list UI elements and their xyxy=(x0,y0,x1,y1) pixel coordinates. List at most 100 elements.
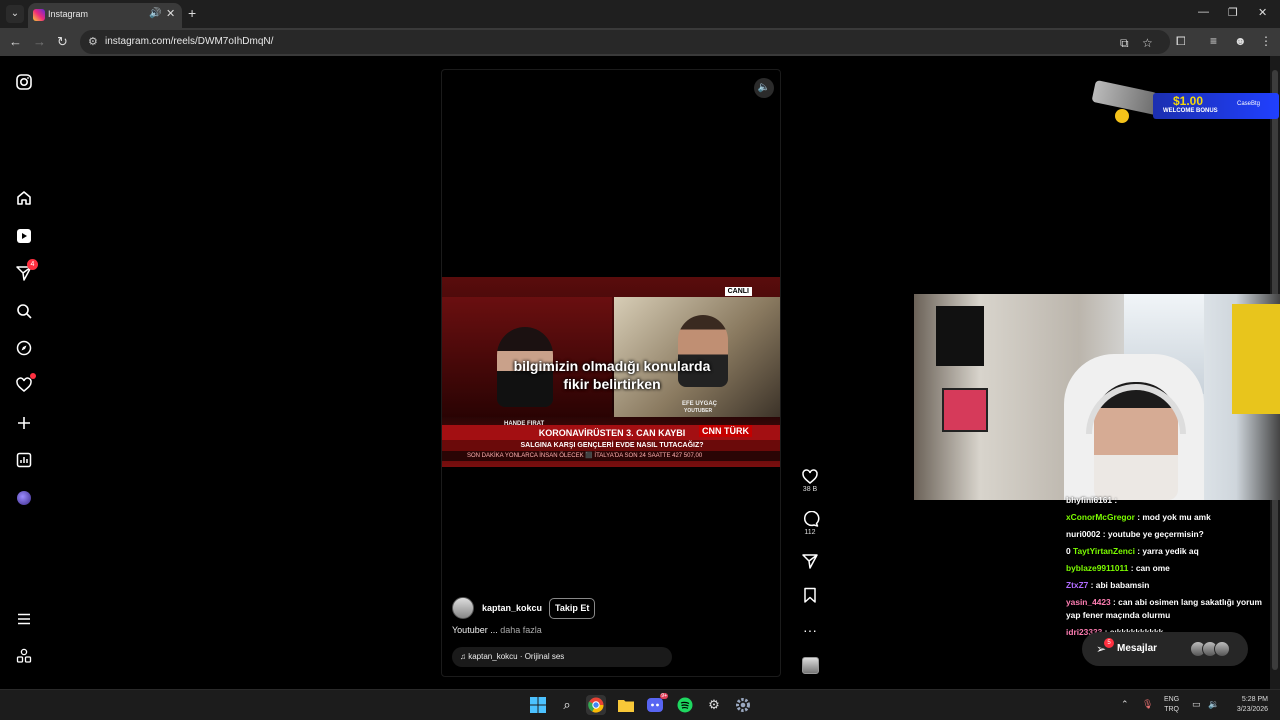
network-icon[interactable]: ▭ xyxy=(1192,699,1201,710)
clock-date: 3/23/2026 xyxy=(1236,706,1268,713)
profile-icon[interactable]: ☻ xyxy=(1234,34,1247,48)
chat-username: ZtxZ7 xyxy=(1066,580,1089,590)
explore-icon[interactable] xyxy=(14,338,34,358)
music-note-icon: ♫ xyxy=(460,652,469,661)
reload-icon[interactable]: ↻ xyxy=(57,34,68,50)
tab-search-button[interactable]: ⌄ xyxy=(6,5,24,23)
guest-title-tag: YOUTUBER xyxy=(684,408,713,414)
new-tab-button[interactable]: + xyxy=(188,5,196,21)
chat-message: bhyfini6161 : xyxy=(1066,495,1117,505)
audio-label: kaptan_kokcu · Orijinal ses xyxy=(468,652,565,661)
reel-caption: Youtuber ... daha fazla xyxy=(452,625,542,635)
instagram-sidebar: 4 xyxy=(0,56,48,689)
site-info-icon[interactable]: ⚙ xyxy=(88,35,98,48)
windows-taskbar: ⌕ 9+ ⚙ ⌃ 🎙 ENG TRQ ▭ 🔉 5:28 PM 3/23/2026 xyxy=(0,689,1280,720)
chat-message: ZtxZ7 : abi babamsin xyxy=(1066,580,1149,590)
wall-poster xyxy=(936,306,984,366)
back-arrow-icon[interactable]: ← xyxy=(9,34,22,49)
chat-username: nuri0002 xyxy=(1066,529,1101,539)
chrome-icon[interactable] xyxy=(586,695,606,715)
messages-count-badge: 4 xyxy=(27,259,38,270)
chat-message: yasin_4423 : can abi osimen lang sakatlı… xyxy=(1066,597,1262,607)
keyboard-layout: TRQ xyxy=(1164,706,1179,713)
tray-overflow-icon[interactable]: ⌃ xyxy=(1121,699,1129,710)
taskbar-search-icon[interactable]: ⌕ xyxy=(557,695,577,715)
input-language[interactable]: ENG TRQ xyxy=(1164,695,1179,715)
steam-icon[interactable]: ⚙ xyxy=(704,695,724,715)
audio-attribution[interactable]: ♫ kaptan_kokcu · Orijinal ses xyxy=(452,647,672,667)
volume-icon[interactable]: 🔈 xyxy=(754,78,774,98)
chat-username: byblaze9911011 xyxy=(1066,563,1129,573)
ellipsis-icon: ··· xyxy=(803,622,817,638)
more-options-button[interactable]: ··· xyxy=(795,622,825,638)
follow-button[interactable]: Takip Et xyxy=(549,598,596,619)
audio-thumbnail[interactable] xyxy=(802,657,819,674)
search-icon[interactable] xyxy=(14,301,34,321)
chat-message: xConorMcGregor : mod yok mu amk xyxy=(1066,512,1211,522)
comment-button[interactable]: 112 xyxy=(795,511,825,536)
settings-icon[interactable] xyxy=(733,695,753,715)
forward-arrow-icon[interactable]: → xyxy=(33,34,46,49)
chat-message: yap fener maçında olurmu xyxy=(1066,610,1170,620)
also-from-meta-icon[interactable] xyxy=(14,646,34,666)
bookmark-star-icon[interactable]: ☆ xyxy=(1142,36,1153,50)
more-menu-icon[interactable] xyxy=(14,609,34,629)
share-button[interactable] xyxy=(795,553,825,569)
chat-badge: 0 xyxy=(1066,546,1073,556)
network-logo: CNN TÜRK xyxy=(699,425,752,437)
subtitle-line-2: fikir belirtirken xyxy=(563,376,661,392)
address-bar[interactable]: ⚙ instagram.com/reels/DWM7oIhDmqN/ ⧉ ☆ xyxy=(80,30,1170,54)
notification-dot xyxy=(30,373,36,379)
extensions-icon[interactable]: ⧠ xyxy=(1176,34,1186,49)
discord-badge: 9+ xyxy=(660,693,668,699)
system-clock[interactable]: 5:28 PM 3/23/2026 xyxy=(1228,695,1268,715)
tab-audio-icon[interactable]: 🔊 xyxy=(149,8,161,19)
share-icon xyxy=(802,554,818,569)
clock-time: 5:28 PM xyxy=(1241,696,1268,703)
chat-text: : can abi osimen lang sakatlığı yorum xyxy=(1110,597,1262,607)
wall-frame xyxy=(942,388,988,432)
reels-icon[interactable] xyxy=(14,226,34,246)
save-button[interactable] xyxy=(795,587,825,603)
stream-chat-overlay: bhyfini6161 : xConorMcGregor : mod yok mu… xyxy=(1064,494,1280,644)
dashboard-icon[interactable] xyxy=(14,450,34,470)
comment-icon xyxy=(803,511,820,527)
reel-author: kaptan_kokcu Takip Et xyxy=(452,597,772,621)
spotify-icon[interactable] xyxy=(675,695,695,715)
home-icon[interactable] xyxy=(14,188,34,208)
url-text[interactable]: instagram.com/reels/DWM7oIhDmqN/ xyxy=(105,36,273,47)
file-explorer-icon[interactable] xyxy=(616,695,636,715)
author-avatar[interactable] xyxy=(452,597,474,619)
install-app-icon[interactable]: ⧉ xyxy=(1120,36,1129,51)
tab-close-icon[interactable]: ✕ xyxy=(166,7,175,20)
reading-list-icon[interactable]: ≡ xyxy=(1210,34,1217,48)
chat-text: : abi babamsin xyxy=(1088,580,1150,590)
volume-tray-icon[interactable]: 🔉 xyxy=(1208,699,1219,710)
minimize-button[interactable]: — xyxy=(1198,6,1209,18)
like-button[interactable]: 38 B xyxy=(795,468,825,493)
instagram-logo-icon[interactable] xyxy=(14,72,34,92)
chat-username: bhyfini6161 xyxy=(1066,495,1113,505)
reel-video[interactable]: HANDE FIRAT EFE UYGAÇ YOUTUBER CANLI bil… xyxy=(442,277,780,467)
browser-menu-icon[interactable]: ⋮ xyxy=(1260,34,1272,48)
profile-avatar[interactable] xyxy=(14,488,34,508)
microphone-icon[interactable]: 🎙 xyxy=(1142,699,1153,710)
chat-text: yap fener maçında olurmu xyxy=(1066,610,1171,620)
author-username[interactable]: kaptan_kokcu xyxy=(482,603,542,613)
browser-tab[interactable]: Instagram 🔊 ✕ xyxy=(28,3,182,28)
messages-button[interactable]: ➢ 5 Mesajlar xyxy=(1082,632,1248,666)
create-icon[interactable] xyxy=(14,413,34,433)
browser-toolbar: ← → ↻ ⚙ instagram.com/reels/DWM7oIhDmqN/… xyxy=(0,28,1280,56)
caption-more-link[interactable]: daha fazla xyxy=(500,625,542,635)
direct-messages-icon[interactable]: 4 xyxy=(14,259,38,283)
start-button-icon[interactable] xyxy=(528,695,548,715)
reel-player[interactable]: 🔈 HANDE FIRAT EFE UYGAÇ YOUTUBER CANLI b… xyxy=(441,69,781,677)
notifications-icon[interactable] xyxy=(14,373,36,395)
messages-label: Mesajlar xyxy=(1117,643,1158,654)
discord-icon[interactable]: 9+ xyxy=(645,693,668,715)
news-breaking-ticker: SON DAKİKA YONLARCA İNSAN ÖLECEK ⬛ İTALY… xyxy=(442,451,780,461)
close-window-button[interactable]: ✕ xyxy=(1258,6,1267,19)
video-subtitle: bilgimizin olmadığı konularda fikir beli… xyxy=(482,357,742,393)
subtitle-line-1: bilgimizin olmadığı konularda xyxy=(513,358,711,374)
maximize-button[interactable]: ❐ xyxy=(1228,6,1238,19)
